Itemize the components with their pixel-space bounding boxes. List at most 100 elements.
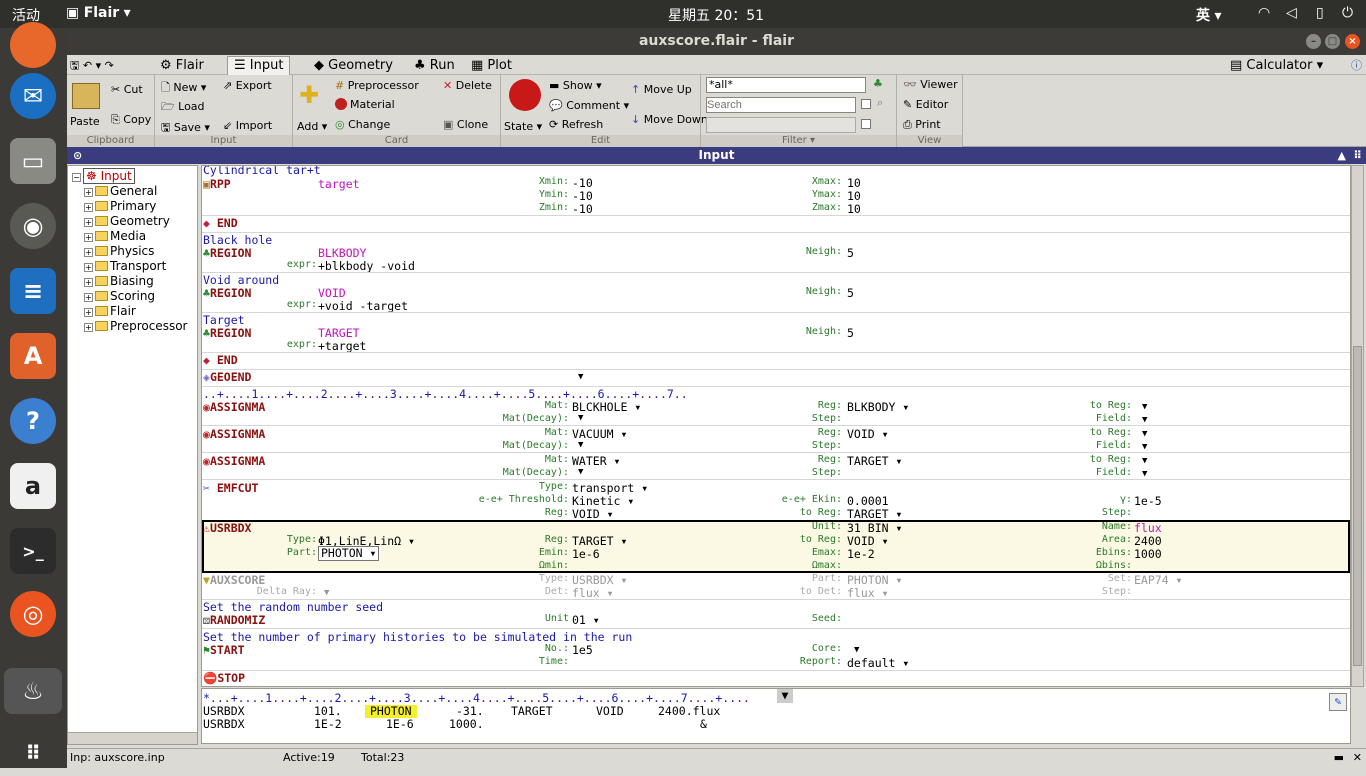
change-button[interactable]: ◎ Change [335, 118, 390, 131]
delete-button[interactable]: ✕ Delete [443, 79, 492, 92]
emax-value[interactable]: 1e-2 [847, 548, 875, 561]
battery-icon[interactable]: ▯ [1316, 5, 1324, 21]
emfcut-card[interactable]: ✂ EMFCUT [203, 482, 258, 495]
filter-select[interactable]: *all* [706, 77, 866, 93]
neigh-value[interactable]: 5 [847, 327, 854, 340]
show-button[interactable]: ▬ Show ▾ [549, 79, 602, 92]
filter-checkbox[interactable] [861, 119, 871, 129]
mat-decay-select[interactable]: ▼ [578, 439, 583, 452]
material-button[interactable]: Material [335, 98, 395, 111]
ruler-dropdown[interactable]: ▼ [777, 689, 793, 703]
volume-icon[interactable]: ◁ [1286, 5, 1297, 21]
minimize-button[interactable]: – [1306, 34, 1321, 49]
reg-select[interactable]: VOID ▾ [847, 428, 889, 441]
calculator-menu[interactable]: ▤ Calculator ▾ [1223, 56, 1330, 75]
comment-button[interactable]: 💬 Comment ▾ [549, 99, 629, 112]
software-center-icon[interactable]: A [10, 333, 56, 379]
tab-input[interactable]: ☰ Input [227, 56, 291, 75]
tab-plot[interactable]: ▦ Plot [464, 56, 519, 75]
filter-run-icon[interactable]: ♣ [873, 77, 883, 90]
export-button[interactable]: ⇗ Export [223, 79, 272, 92]
tab-geometry[interactable]: ◆ Geometry [307, 56, 400, 75]
assignma-card[interactable]: ◉ASSIGNMA [203, 428, 265, 441]
writer-icon[interactable]: ≡ [10, 268, 56, 314]
stop-card[interactable]: ⛔STOP [203, 672, 245, 685]
copy-button[interactable]: ⎘ Copy [111, 113, 151, 127]
neigh-value[interactable]: 5 [847, 247, 854, 260]
ubuntu-icon[interactable]: ◎ [10, 591, 56, 637]
terminal-icon[interactable]: >_ [10, 528, 56, 574]
show-apps-icon[interactable]: ⠿ [10, 730, 56, 776]
flair-icon[interactable]: ♨ [4, 668, 62, 714]
tree-item-geometry[interactable]: + Geometry [84, 214, 170, 229]
panel-up-icon[interactable]: ▲ [1338, 147, 1346, 164]
to-reg-select[interactable]: ▼ [1142, 428, 1147, 441]
add-button[interactable]: Add ▾ [297, 120, 327, 133]
panel-menu-icon[interactable]: ⊙ [73, 147, 82, 164]
assignma-card[interactable]: ◉ASSIGNMA [203, 401, 265, 414]
print-button[interactable]: ⎙ Print [903, 118, 941, 132]
reg-select[interactable]: TARGET ▾ [847, 455, 902, 468]
emin-value[interactable]: 1e-6 [572, 548, 600, 561]
amazon-icon[interactable]: a [10, 463, 56, 509]
to-reg-select[interactable]: ▼ [1142, 455, 1147, 468]
edit-pencil-icon[interactable]: ✎ [1329, 693, 1347, 711]
wifi-icon[interactable]: ◠ [1258, 5, 1270, 21]
part-select[interactable]: PHOTON ▾ [318, 546, 380, 561]
geoend-card[interactable]: ◈GEOEND [203, 371, 251, 384]
start-card[interactable]: ⚑START [203, 644, 245, 657]
tree-item-media[interactable]: + Media [84, 229, 146, 244]
clock[interactable]: 星期五 20：51 [668, 5, 764, 25]
rhythmbox-icon[interactable]: ◉ [10, 203, 56, 249]
gamma-value[interactable]: 1e-5 [1134, 495, 1162, 508]
tree-item-input[interactable]: − ☸ Input [72, 168, 135, 184]
report-select[interactable]: default ▾ [847, 657, 909, 670]
help-icon[interactable]: ⓘ [1351, 57, 1362, 73]
scroll-thumb[interactable] [1353, 346, 1362, 666]
tree-item-preprocessor[interactable]: + Preprocessor [84, 319, 187, 334]
mat-decay-select[interactable]: ▼ [578, 412, 583, 425]
terminal-icon[interactable]: ▬ [1334, 751, 1344, 764]
end-card[interactable]: ◆ END [203, 354, 238, 367]
assignma-card[interactable]: ◉ASSIGNMA [203, 455, 265, 468]
firefox-icon[interactable] [10, 22, 56, 68]
neigh-value[interactable]: 5 [847, 287, 854, 300]
app-menu[interactable]: ▣ Flair ▾ [66, 5, 131, 21]
load-button[interactable]: 🗁 Load [161, 98, 205, 117]
tree-item-general[interactable]: + General [84, 184, 157, 199]
paste-button[interactable]: Paste [70, 115, 100, 128]
tab-run[interactable]: ♣ Run [407, 56, 462, 75]
search-icon[interactable]: ⌕ [877, 96, 883, 110]
reg-select[interactable]: BLKBODY ▾ [847, 401, 909, 414]
tree-item-primary[interactable]: + Primary [84, 199, 156, 214]
quick-save-icon[interactable]: 🖫 ↶ ▾ ↷ [70, 57, 114, 76]
mat-decay-select[interactable]: ▼ [578, 466, 583, 479]
help-icon[interactable]: ? [10, 398, 56, 444]
tab-flair[interactable]: ⚙ Flair [153, 56, 211, 75]
editor-button[interactable]: ✎ Editor [903, 98, 948, 111]
tree-item-scoring[interactable]: + Scoring [84, 289, 155, 304]
tools-icon[interactable]: ✕ [1353, 751, 1362, 764]
filter-label[interactable]: Filter ▾ [701, 135, 896, 147]
rpp-card[interactable]: ▣RPP [203, 178, 231, 191]
filter-expression-field[interactable] [706, 117, 856, 133]
power-icon[interactable]: ⏻ [1342, 5, 1353, 21]
tree-hscroll[interactable] [68, 732, 197, 744]
search-input[interactable] [706, 97, 856, 113]
tree-item-physics[interactable]: + Physics [84, 244, 154, 259]
files-icon[interactable]: ▭ [10, 138, 56, 184]
import-button[interactable]: ⇙ Import [223, 119, 272, 132]
randomiz-card[interactable]: ⚄RANDOMIZ [203, 614, 265, 627]
search-checkbox[interactable] [861, 99, 871, 109]
viewer-button[interactable]: 👓 Viewer [903, 78, 958, 91]
cut-button[interactable]: ✂ Cut [111, 83, 143, 96]
tree-item-biasing[interactable]: + Biasing [84, 274, 154, 289]
new-button[interactable]: 🗋 New ▾ [161, 79, 206, 98]
primaries-value[interactable]: 1e5 [572, 644, 593, 657]
ebins-value[interactable]: 1000 [1134, 548, 1162, 561]
tree-item-flair[interactable]: + Flair [84, 304, 136, 319]
refresh-button[interactable]: ⟳ Refresh [549, 118, 603, 131]
rpp-id[interactable]: target [318, 178, 360, 191]
preprocessor-button[interactable]: # Preprocessor [335, 79, 419, 92]
thunderbird-icon[interactable]: ✉ [10, 73, 56, 119]
